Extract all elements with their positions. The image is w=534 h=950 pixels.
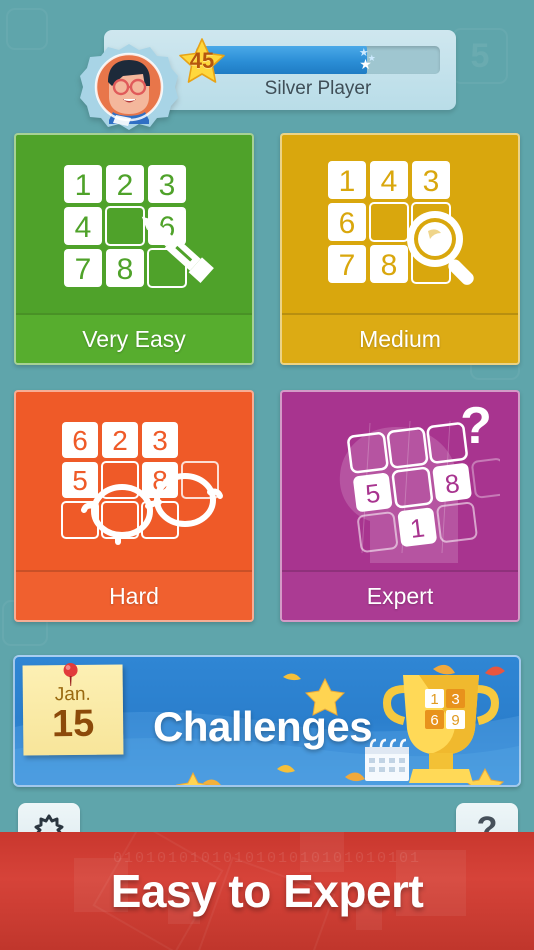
question-mark: ?: [460, 403, 492, 455]
very-easy-label: Very Easy: [82, 325, 186, 352]
hard-artwork: 6 2 3 5 8: [16, 392, 252, 574]
svg-text:5: 5: [72, 465, 88, 496]
svg-text:3: 3: [152, 425, 168, 456]
challenge-date-note: Jan. 15: [22, 663, 124, 756]
head-question-icon: 5 8 1 ?: [339, 403, 500, 563]
svg-text:3: 3: [451, 691, 459, 708]
difficulty-tile-hard[interactable]: 6 2 3 5 8 Hard: [14, 390, 254, 622]
magnifier-icon: 1 4 3 6 7 8: [328, 161, 474, 285]
svg-text:7: 7: [339, 249, 356, 282]
svg-text:4: 4: [381, 165, 398, 198]
promo-text: Easy to Expert: [110, 865, 424, 917]
svg-text:2: 2: [117, 169, 134, 202]
svg-text:1: 1: [430, 691, 438, 708]
svg-text:8: 8: [117, 253, 134, 286]
note-day: 15: [51, 702, 95, 746]
svg-text:3: 3: [159, 169, 176, 202]
svg-text:8: 8: [381, 249, 398, 282]
medium-artwork: 1 4 3 6 7 8: [282, 135, 518, 317]
avatar[interactable]: [79, 42, 179, 142]
promo-banner: 0101010101010101010101010101 Easy to Exp…: [0, 832, 534, 950]
svg-text:1: 1: [75, 169, 92, 202]
difficulty-tile-expert[interactable]: 5 8 1 ? Expert: [280, 390, 520, 622]
svg-text:9: 9: [451, 712, 459, 729]
svg-text:6: 6: [339, 207, 356, 240]
svg-text:3: 3: [423, 165, 440, 198]
xp-progress-bar: ★ ★ ★: [196, 46, 440, 74]
svg-text:2: 2: [112, 425, 128, 456]
player-header: ★ ★ ★ 45 Silver Player: [0, 24, 534, 130]
very-easy-artwork: 1 2 3 4 6 7 8: [16, 135, 252, 317]
medium-label: Medium: [359, 325, 441, 352]
pencil-icon: 1 2 3 4 6 7 8: [64, 165, 214, 288]
svg-text:6: 6: [72, 425, 88, 456]
challenges-title: Challenges: [153, 703, 373, 750]
sparkle-icon: ★: [367, 53, 376, 63]
svg-text:4: 4: [75, 211, 92, 244]
difficulty-tile-very-easy[interactable]: 1 2 3 4 6 7 8 Very Easy: [14, 133, 254, 365]
medium-footer: Medium: [282, 313, 518, 363]
expert-label: Expert: [366, 582, 434, 609]
svg-text:6: 6: [430, 712, 438, 729]
expert-footer: Expert: [282, 570, 518, 620]
difficulty-tile-medium[interactable]: 1 4 3 6 7 8 Medium: [280, 133, 520, 365]
glasses-icon: 6 2 3 5 8: [61, 422, 223, 545]
hard-label: Hard: [109, 582, 159, 609]
svg-text:7: 7: [75, 253, 92, 286]
hard-footer: Hard: [16, 570, 252, 620]
expert-artwork: 5 8 1 ?: [282, 392, 518, 574]
pushpin-icon: [63, 663, 78, 687]
rank-label: Silver Player: [264, 78, 372, 99]
challenges-banner[interactable]: 1 3 6 9 Jan. 15 Challenges: [13, 655, 521, 787]
level-number: 45: [189, 47, 215, 73]
level-star-badge: 45: [178, 38, 226, 84]
svg-text:1: 1: [339, 165, 356, 198]
very-easy-footer: Very Easy: [16, 313, 252, 363]
